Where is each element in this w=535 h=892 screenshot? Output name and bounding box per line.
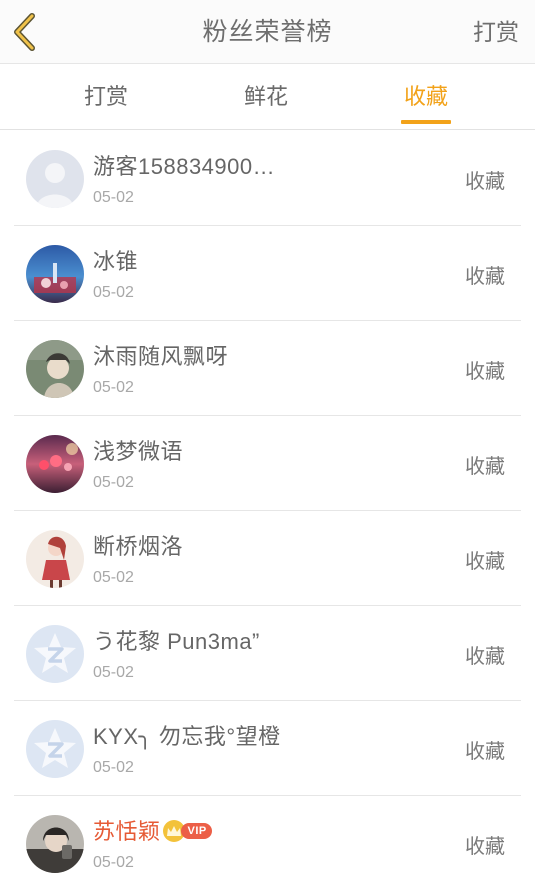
photo-avatar[interactable] xyxy=(26,815,84,873)
vip-badges: VIP xyxy=(162,820,212,843)
favorite-label: 收藏 xyxy=(465,361,505,383)
list-item: う花黎 Pun3ma” 05-02 收藏 xyxy=(0,606,535,701)
reward-button[interactable]: 打赏 xyxy=(473,0,519,64)
user-name: 游客158834900… xyxy=(93,154,276,179)
date-label: 05-02 xyxy=(93,664,134,681)
top-bar: 粉丝荣誉榜 打赏 xyxy=(0,0,535,64)
date-label: 05-02 xyxy=(93,854,134,871)
photo-avatar[interactable] xyxy=(26,245,84,303)
user-name: 苏恬颖 VIP xyxy=(93,814,212,846)
tab-flowers[interactable]: 鲜花 xyxy=(220,64,312,130)
list-item: 断桥烟洛 05-02 收藏 xyxy=(0,511,535,606)
photo-avatar[interactable] xyxy=(26,340,84,398)
favorite-label: 收藏 xyxy=(465,456,505,478)
date-label: 05-02 xyxy=(93,284,134,301)
date-label: 05-02 xyxy=(93,189,134,206)
user-name-text: 苏恬颖 xyxy=(93,819,161,844)
list-item: 苏恬颖 VIP 05-02 收藏 xyxy=(0,796,535,891)
favorite-label: 收藏 xyxy=(465,836,505,858)
list-item: KYX╮ 勿忘我°望橙 05-02 收藏 xyxy=(0,701,535,796)
active-tab-indicator xyxy=(401,120,451,124)
favorite-label: 收藏 xyxy=(465,741,505,763)
page-title: 粉丝荣誉榜 xyxy=(202,18,333,46)
user-name: う花黎 Pun3ma” xyxy=(93,629,260,654)
list-item: 游客158834900… 05-02 收藏 xyxy=(0,131,535,226)
photo-avatar[interactable] xyxy=(26,530,84,588)
default-star-avatar[interactable] xyxy=(26,720,84,778)
list-item: 冰锥 05-02 收藏 xyxy=(0,226,535,321)
list-item: 浅梦微语 05-02 收藏 xyxy=(0,416,535,511)
date-label: 05-02 xyxy=(93,569,134,586)
date-label: 05-02 xyxy=(93,379,134,396)
date-label: 05-02 xyxy=(93,474,134,491)
user-name: 冰锥 xyxy=(93,249,139,274)
user-name: 浅梦微语 xyxy=(93,439,184,464)
date-label: 05-02 xyxy=(93,759,134,776)
vip-badge: VIP xyxy=(180,823,212,840)
list-item: 沐雨随风飘呀 05-02 收藏 xyxy=(0,321,535,416)
tab-bar: 打赏 鲜花 收藏 xyxy=(0,64,535,130)
default-star-avatar[interactable] xyxy=(26,625,84,683)
favorite-label: 收藏 xyxy=(465,266,505,288)
favorite-label: 收藏 xyxy=(465,171,505,193)
photo-avatar[interactable] xyxy=(26,435,84,493)
tab-reward[interactable]: 打赏 xyxy=(60,64,152,130)
favorite-label: 收藏 xyxy=(465,551,505,573)
user-name: 断桥烟洛 xyxy=(93,534,184,559)
user-name: 沐雨随风飘呀 xyxy=(93,344,229,369)
user-name: KYX╮ 勿忘我°望橙 xyxy=(93,724,281,749)
favorite-label: 收藏 xyxy=(465,646,505,668)
default-guest-avatar[interactable] xyxy=(26,150,84,208)
